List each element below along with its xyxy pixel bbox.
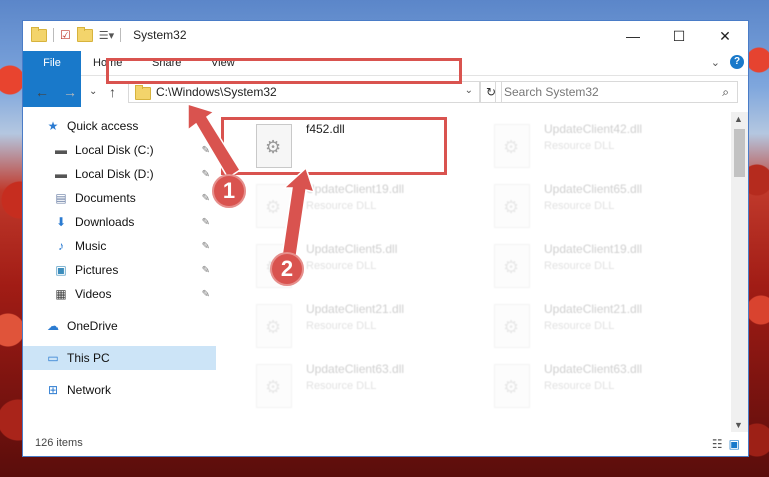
arrow-2 xyxy=(281,166,316,259)
arrow-1 xyxy=(187,102,242,180)
step-2-callout: 2 xyxy=(270,252,304,286)
step-1-callout: 1 xyxy=(212,174,246,208)
annotation-arrows xyxy=(187,102,316,259)
